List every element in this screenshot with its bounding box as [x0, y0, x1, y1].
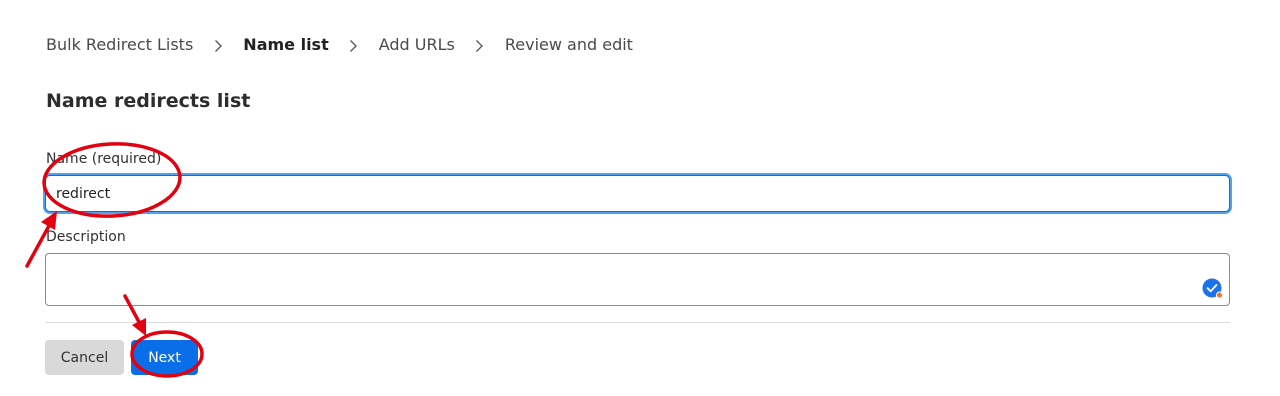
breadcrumb-name-list: Name list: [243, 34, 329, 54]
chevron-right-icon: [193, 33, 243, 55]
breadcrumb-review-and-edit: Review and edit: [504, 34, 633, 54]
breadcrumb-bulk-redirect-lists[interactable]: Bulk Redirect Lists: [46, 35, 193, 54]
page: Bulk Redirect Lists Name list Add URLs R…: [0, 0, 1280, 396]
description-field-label: Description: [46, 229, 126, 245]
breadcrumb-add-urls: Add URLs: [378, 34, 455, 54]
name-input[interactable]: [45, 175, 1230, 212]
breadcrumb: Bulk Redirect Lists Name list Add URLs R…: [46, 33, 633, 55]
page-title: Name redirects list: [46, 90, 251, 112]
next-button[interactable]: Next: [131, 340, 198, 375]
name-field-label: Name (required): [46, 151, 162, 167]
description-textarea[interactable]: [45, 253, 1230, 306]
form-divider: [45, 322, 1230, 323]
grammar-check-icon[interactable]: [1202, 278, 1224, 300]
chevron-right-icon: [455, 33, 505, 55]
chevron-right-icon: [329, 33, 379, 55]
cancel-button[interactable]: Cancel: [45, 340, 124, 375]
